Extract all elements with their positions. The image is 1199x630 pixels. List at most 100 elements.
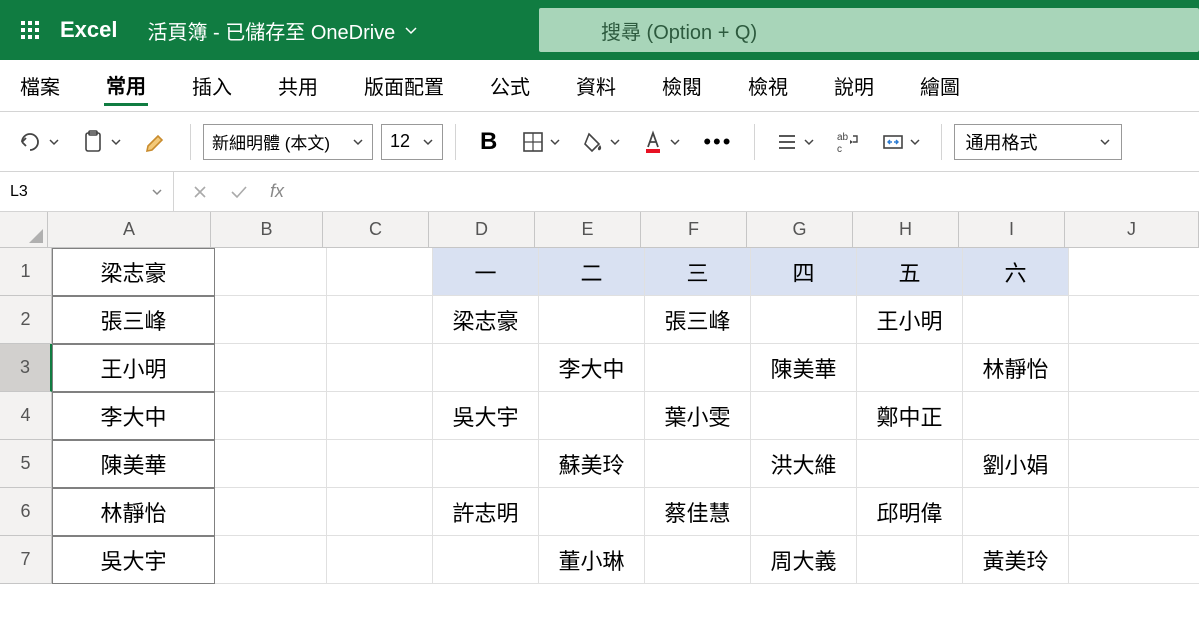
ribbon-tab-共用[interactable]: 共用 <box>276 67 320 104</box>
cell-E4[interactable] <box>539 392 645 440</box>
column-header[interactable]: D <box>429 212 535 248</box>
cell-G2[interactable] <box>751 296 857 344</box>
cell-C6[interactable] <box>327 488 433 536</box>
cell-J3[interactable] <box>1069 344 1199 392</box>
cell-D6[interactable]: 許志明 <box>433 488 539 536</box>
ribbon-tab-資料[interactable]: 資料 <box>574 67 618 104</box>
cell-I7[interactable]: 黃美玲 <box>963 536 1069 584</box>
column-header[interactable]: G <box>747 212 853 248</box>
cell-J4[interactable] <box>1069 392 1199 440</box>
cell-F2[interactable]: 張三峰 <box>645 296 751 344</box>
row-header[interactable]: 3 <box>0 344 52 392</box>
ribbon-tab-檢視[interactable]: 檢視 <box>746 67 790 104</box>
format-painter-button[interactable] <box>134 124 178 160</box>
fx-icon[interactable]: fx <box>270 181 284 202</box>
cell-I6[interactable] <box>963 488 1069 536</box>
more-options-button[interactable]: ••• <box>693 129 742 155</box>
cell-A2[interactable]: 張三峰 <box>52 296 215 344</box>
cell-I2[interactable] <box>963 296 1069 344</box>
cell-J6[interactable] <box>1069 488 1199 536</box>
select-all-corner[interactable] <box>0 212 48 248</box>
undo-button[interactable] <box>8 124 68 160</box>
cell-C5[interactable] <box>327 440 433 488</box>
clipboard-button[interactable] <box>72 123 130 161</box>
cancel-icon[interactable] <box>192 184 208 200</box>
cell-C2[interactable] <box>327 296 433 344</box>
cell-D1[interactable]: 一 <box>433 248 539 296</box>
cell-D4[interactable]: 吳大宇 <box>433 392 539 440</box>
row-header[interactable]: 4 <box>0 392 52 440</box>
ribbon-tab-版面配置[interactable]: 版面配置 <box>362 67 446 104</box>
cell-I1[interactable]: 六 <box>963 248 1069 296</box>
column-header[interactable]: B <box>211 212 323 248</box>
ribbon-tab-檔案[interactable]: 檔案 <box>18 67 62 104</box>
font-size-select[interactable]: 12 <box>381 124 443 160</box>
cell-J2[interactable] <box>1069 296 1199 344</box>
cell-B2[interactable] <box>215 296 327 344</box>
align-button[interactable] <box>767 124 823 160</box>
cell-G7[interactable]: 周大義 <box>751 536 857 584</box>
cell-H2[interactable]: 王小明 <box>857 296 963 344</box>
row-header[interactable]: 6 <box>0 488 52 536</box>
cell-C1[interactable] <box>327 248 433 296</box>
cell-E6[interactable] <box>539 488 645 536</box>
cell-J1[interactable] <box>1069 248 1199 296</box>
row-header[interactable]: 5 <box>0 440 52 488</box>
cell-F3[interactable] <box>645 344 751 392</box>
cell-grid[interactable]: 梁志豪一二三四五六張三峰梁志豪張三峰王小明王小明李大中陳美華林靜怡李大中吳大宇葉… <box>52 248 1199 584</box>
cell-A6[interactable]: 林靜怡 <box>52 488 215 536</box>
cell-E7[interactable]: 董小琳 <box>539 536 645 584</box>
fill-color-button[interactable] <box>573 124 629 160</box>
ribbon-tab-繪圖[interactable]: 繪圖 <box>918 67 962 104</box>
cell-B4[interactable] <box>215 392 327 440</box>
cell-A4[interactable]: 李大中 <box>52 392 215 440</box>
column-header[interactable]: E <box>535 212 641 248</box>
cell-B5[interactable] <box>215 440 327 488</box>
ribbon-tab-公式[interactable]: 公式 <box>488 67 532 104</box>
cell-F1[interactable]: 三 <box>645 248 751 296</box>
cell-H4[interactable]: 鄭中正 <box>857 392 963 440</box>
bold-button[interactable]: B <box>468 128 509 156</box>
cell-C7[interactable] <box>327 536 433 584</box>
cell-G1[interactable]: 四 <box>751 248 857 296</box>
cell-H5[interactable] <box>857 440 963 488</box>
confirm-icon[interactable] <box>230 184 248 200</box>
cell-F5[interactable] <box>645 440 751 488</box>
column-header[interactable]: H <box>853 212 959 248</box>
name-box[interactable]: L3 <box>0 172 174 211</box>
number-format-select[interactable]: 通用格式 <box>954 124 1122 160</box>
cell-G5[interactable]: 洪大維 <box>751 440 857 488</box>
ribbon-tab-插入[interactable]: 插入 <box>190 67 234 104</box>
cell-I4[interactable] <box>963 392 1069 440</box>
font-family-select[interactable]: 新細明體 (本文) <box>203 124 373 160</box>
cell-B1[interactable] <box>215 248 327 296</box>
cell-D5[interactable] <box>433 440 539 488</box>
cell-H6[interactable]: 邱明偉 <box>857 488 963 536</box>
cell-H3[interactable] <box>857 344 963 392</box>
search-input[interactable]: 搜尋 (Option + Q) <box>539 8 1199 52</box>
cell-J5[interactable] <box>1069 440 1199 488</box>
cell-C4[interactable] <box>327 392 433 440</box>
cell-H1[interactable]: 五 <box>857 248 963 296</box>
cell-F4[interactable]: 葉小雯 <box>645 392 751 440</box>
cell-D7[interactable] <box>433 536 539 584</box>
font-color-button[interactable] <box>633 123 689 161</box>
cell-J7[interactable] <box>1069 536 1199 584</box>
cell-G3[interactable]: 陳美華 <box>751 344 857 392</box>
document-title[interactable]: 活頁簿 - 已儲存至 OneDrive <box>148 16 420 45</box>
column-header[interactable]: J <box>1065 212 1199 248</box>
cell-A5[interactable]: 陳美華 <box>52 440 215 488</box>
ribbon-tab-檢閱[interactable]: 檢閱 <box>660 67 704 104</box>
cell-B3[interactable] <box>215 344 327 392</box>
cell-G6[interactable] <box>751 488 857 536</box>
cell-G4[interactable] <box>751 392 857 440</box>
cell-F7[interactable] <box>645 536 751 584</box>
wrap-text-button[interactable]: abc <box>827 124 869 160</box>
ribbon-tab-常用[interactable]: 常用 <box>104 66 148 106</box>
row-header[interactable]: 2 <box>0 296 52 344</box>
cell-D2[interactable]: 梁志豪 <box>433 296 539 344</box>
cell-I3[interactable]: 林靜怡 <box>963 344 1069 392</box>
cell-B7[interactable] <box>215 536 327 584</box>
cell-E3[interactable]: 李大中 <box>539 344 645 392</box>
cell-B6[interactable] <box>215 488 327 536</box>
